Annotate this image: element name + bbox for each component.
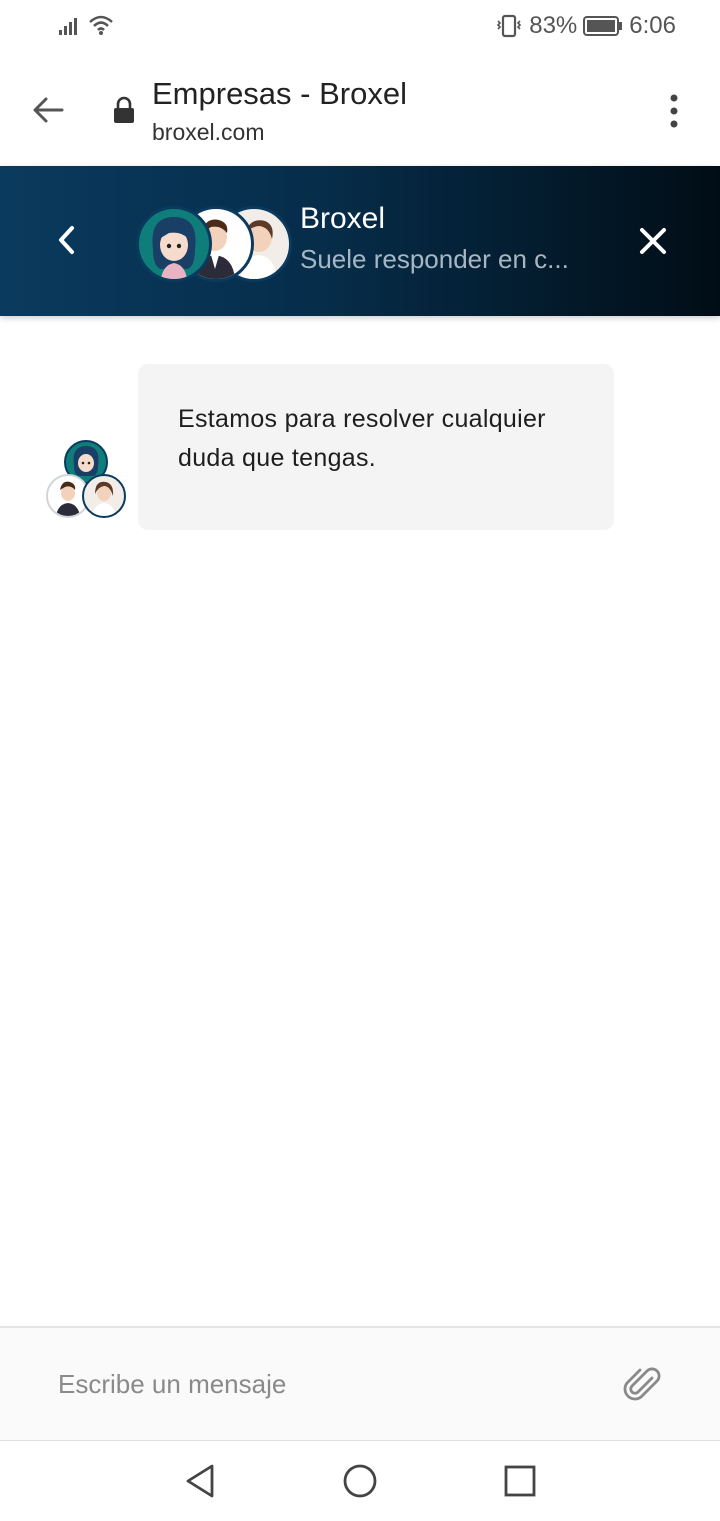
back-arrow-icon[interactable]	[28, 90, 68, 130]
chevron-left-icon[interactable]	[52, 222, 82, 258]
url-text[interactable]: broxel.com	[152, 119, 264, 146]
browser-toolbar: Empresas - Broxel broxel.com	[0, 56, 720, 166]
signal-icon	[59, 18, 77, 35]
nav-recents-icon[interactable]	[500, 1461, 540, 1501]
close-icon[interactable]	[636, 224, 670, 258]
paperclip-icon[interactable]	[622, 1364, 664, 1406]
chat-header: Broxel Suele responder en c...	[0, 166, 720, 316]
wifi-icon	[89, 15, 113, 35]
message-text: Estamos para resolver cualquier duda que…	[178, 405, 546, 472]
battery-percent: 83%	[529, 12, 578, 39]
chat-subtitle: Suele responder en c...	[300, 244, 569, 274]
avatar	[136, 206, 212, 282]
chat-title: Broxel	[300, 202, 386, 235]
page-title[interactable]: Empresas - Broxel	[152, 76, 407, 112]
status-bar: 83% 6:06	[0, 0, 720, 56]
lock-icon[interactable]	[112, 96, 136, 124]
message-composer	[0, 1326, 720, 1442]
nav-home-icon[interactable]	[340, 1461, 380, 1501]
message-input[interactable]	[56, 1360, 600, 1408]
vibrate-icon	[497, 14, 522, 38]
system-nav-bar	[0, 1440, 720, 1521]
avatar	[82, 474, 126, 518]
agent-avatars	[136, 206, 292, 282]
more-vert-icon[interactable]	[660, 90, 688, 132]
nav-back-icon[interactable]	[180, 1461, 220, 1501]
battery-icon	[583, 16, 623, 36]
message-bubble: Estamos para resolver cualquier duda que…	[138, 364, 614, 530]
message-avatars	[44, 440, 126, 518]
clock: 6:06	[629, 12, 676, 39]
